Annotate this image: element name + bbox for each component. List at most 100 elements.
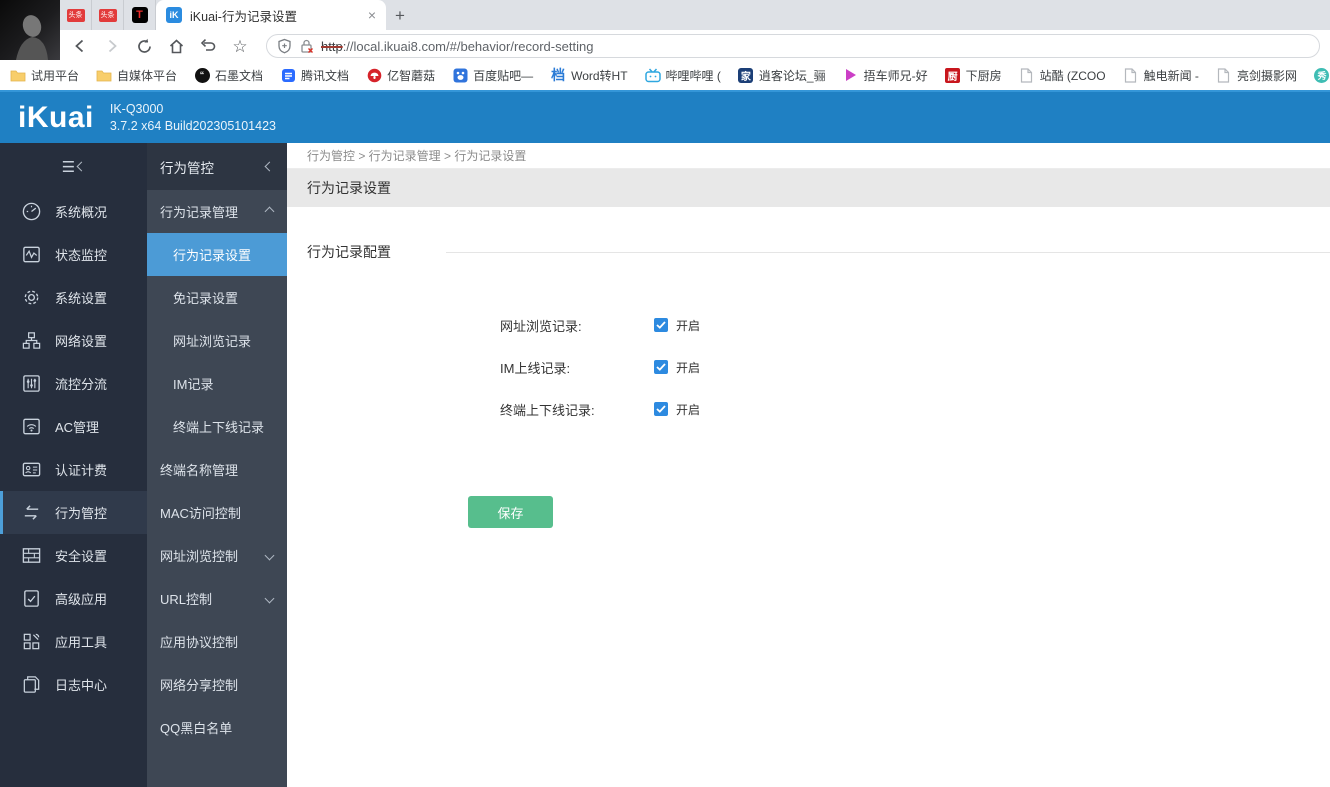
- bookmark-zongyixiu[interactable]: 秀 综艺秀_台湾: [1314, 67, 1330, 84]
- pinned-tab-toutiao-2[interactable]: 头条: [92, 0, 124, 30]
- sidebar-item-ac-management[interactable]: AC管理: [0, 405, 147, 448]
- insecure-lock-icon[interactable]: [299, 38, 314, 54]
- bookmark-liangjian-photo[interactable]: 亮剑摄影网: [1216, 67, 1297, 84]
- sidebar-item-advanced-apps[interactable]: 高级应用: [0, 577, 147, 620]
- undo-button[interactable]: [194, 33, 222, 59]
- bookmark-zcool[interactable]: 站酷 (ZCOO: [1019, 67, 1106, 84]
- sidebar-item-log-center[interactable]: 日志中心: [0, 663, 147, 706]
- bookmark-folder[interactable]: 试用平台: [10, 67, 79, 84]
- toutiao-icon: 头条: [67, 9, 85, 22]
- bookmark-label: 逍客论坛_骊: [759, 67, 826, 84]
- submenu-item-terminal-online-record[interactable]: 终端上下线记录: [147, 405, 287, 448]
- back-button[interactable]: [66, 33, 94, 59]
- checkbox-url-browse-record[interactable]: [654, 318, 668, 332]
- submenu-group-url-browse-control[interactable]: 网址浏览控制: [147, 534, 287, 577]
- sidebar-item-status-monitor[interactable]: 状态监控: [0, 233, 147, 276]
- sidebar-item-auth-billing[interactable]: 认证计费: [0, 448, 147, 491]
- bilibili-tv-icon: [645, 67, 661, 83]
- browser-window: 头条 头条 T iK iKuai-行为记录设置 × +: [0, 0, 1330, 787]
- submenu-item-im-record[interactable]: IM记录: [147, 362, 287, 405]
- checkbox-im-online-record[interactable]: [654, 360, 668, 374]
- url-rest: ://local.ikuai8.com/#/behavior/record-se…: [343, 39, 594, 54]
- wall-icon: [20, 545, 42, 567]
- folder-icon: [96, 67, 112, 83]
- check-icon: [656, 321, 666, 329]
- device-model: IK-Q3000: [110, 101, 276, 118]
- bookmark-tencent-docs[interactable]: 腾讯文档: [280, 67, 349, 84]
- submenu-item-mac-access-control[interactable]: MAC访问控制: [147, 491, 287, 534]
- checkbox-terminal-online-record[interactable]: [654, 402, 668, 416]
- forward-icon: [104, 38, 120, 54]
- address-bar[interactable]: http://local.ikuai8.com/#/behavior/recor…: [266, 34, 1320, 58]
- submenu-item-qq-blackwhite-list[interactable]: QQ黑白名单: [147, 706, 287, 749]
- ikuai-favicon-icon: iK: [166, 7, 182, 23]
- bookmark-chudian-news[interactable]: 触电新闻 -: [1123, 67, 1199, 84]
- bookmark-label: 哔哩哔哩 (: [666, 67, 721, 84]
- new-tab-button[interactable]: +: [386, 2, 414, 30]
- bookmark-word-converter[interactable]: 档 Word转HT: [550, 67, 627, 84]
- bookmark-label: 亮剑摄影网: [1237, 67, 1297, 84]
- idcard-icon: [20, 459, 42, 481]
- sidebar-item-system-settings[interactable]: 系统设置: [0, 276, 147, 319]
- sidebar-item-network-settings[interactable]: 网络设置: [0, 319, 147, 362]
- checkbox-label[interactable]: 开启: [676, 317, 700, 334]
- refresh-button[interactable]: [130, 33, 158, 59]
- home-button[interactable]: [162, 33, 190, 59]
- tools-icon: [20, 631, 42, 653]
- hamburger-icon: ☰: [62, 158, 74, 176]
- firmware-version: 3.7.2 x64 Build202305101423: [110, 118, 276, 135]
- shield-plus-icon[interactable]: [277, 38, 292, 54]
- bookmark-label: 下厨房: [966, 67, 1002, 84]
- forward-button[interactable]: [98, 33, 126, 59]
- save-button[interactable]: 保存: [468, 496, 553, 528]
- submenu-item-no-record-setting[interactable]: 免记录设置: [147, 276, 287, 319]
- submenu-group-record-management[interactable]: 行为记录管理: [147, 190, 287, 233]
- submenu-header[interactable]: 行为管控: [147, 143, 287, 190]
- bookmark-label: 捂车师兄-好: [864, 67, 928, 84]
- bookmark-label: 石墨文档: [215, 67, 263, 84]
- main-content: 行为管控 > 行为记录管理 > 行为记录设置 行为记录设置 行为记录配置 网址浏…: [287, 143, 1330, 787]
- url-text[interactable]: http://local.ikuai8.com/#/behavior/recor…: [321, 39, 593, 54]
- pinned-tab-t[interactable]: T: [124, 0, 156, 30]
- sidebar-item-system-overview[interactable]: 系统概况: [0, 190, 147, 233]
- bookmark-label: 腾讯文档: [301, 67, 349, 84]
- submenu-item-url-browse-record[interactable]: 网址浏览记录: [147, 319, 287, 362]
- bookmark-bilibili[interactable]: 哔哩哔哩 (: [645, 67, 721, 84]
- sidebar-item-flow-control[interactable]: 流控分流: [0, 362, 147, 405]
- bookmark-tieba[interactable]: 百度贴吧—: [452, 67, 533, 84]
- bookmark-xiachufang[interactable]: 厨 下厨房: [945, 67, 1002, 84]
- tab-close-icon[interactable]: ×: [366, 7, 378, 23]
- chevron-left-icon: [77, 162, 87, 172]
- tencent-docs-icon: [280, 67, 296, 83]
- bookmark-label: Word转HT: [571, 67, 627, 84]
- bookmark-xiaoke-forum[interactable]: 家 逍客论坛_骊: [738, 67, 826, 84]
- bookmark-shimo[interactable]: “ 石墨文档: [194, 67, 263, 84]
- submenu-group-url-control[interactable]: URL控制: [147, 577, 287, 620]
- sidebar-item-security-settings[interactable]: 安全设置: [0, 534, 147, 577]
- bookmark-label: 百度贴吧—: [473, 67, 533, 84]
- checkbox-label[interactable]: 开启: [676, 359, 700, 376]
- sidebar-collapse-button[interactable]: ☰: [0, 143, 147, 190]
- form-row-im-online-record: IM上线记录: 开启: [500, 359, 1330, 375]
- submenu-item-terminal-name-management[interactable]: 终端名称管理: [147, 448, 287, 491]
- favorite-star-button[interactable]: ☆: [226, 33, 254, 59]
- bookmark-mushroom[interactable]: 亿智蘑菇: [366, 67, 435, 84]
- submenu-item-network-share-control[interactable]: 网络分享控制: [147, 663, 287, 706]
- submenu-item-record-setting[interactable]: 行为记录设置: [147, 233, 287, 276]
- submenu-item-app-protocol-control[interactable]: 应用协议控制: [147, 620, 287, 663]
- checkbox-label[interactable]: 开启: [676, 401, 700, 418]
- sidebar-item-behavior-control[interactable]: 行为管控: [0, 491, 147, 534]
- tab-ikuai-active[interactable]: iK iKuai-行为记录设置 ×: [156, 0, 386, 30]
- pinned-tab-toutiao-1[interactable]: 头条: [60, 0, 92, 30]
- sidebar-item-app-tools[interactable]: 应用工具: [0, 620, 147, 663]
- bookmark-folder[interactable]: 自媒体平台: [96, 67, 177, 84]
- arrows-icon: [20, 502, 42, 524]
- gear-icon: [20, 287, 42, 309]
- form-label: 终端上下线记录:: [500, 400, 654, 419]
- tab-bar: 头条 头条 T iK iKuai-行为记录设置 × +: [0, 0, 1330, 30]
- refresh-icon: [136, 38, 153, 55]
- star-icon: ☆: [232, 38, 247, 55]
- profile-photo: [0, 0, 60, 60]
- bookmark-wuche[interactable]: 捂车师兄-好: [843, 67, 928, 84]
- section-divider: [446, 252, 1330, 253]
